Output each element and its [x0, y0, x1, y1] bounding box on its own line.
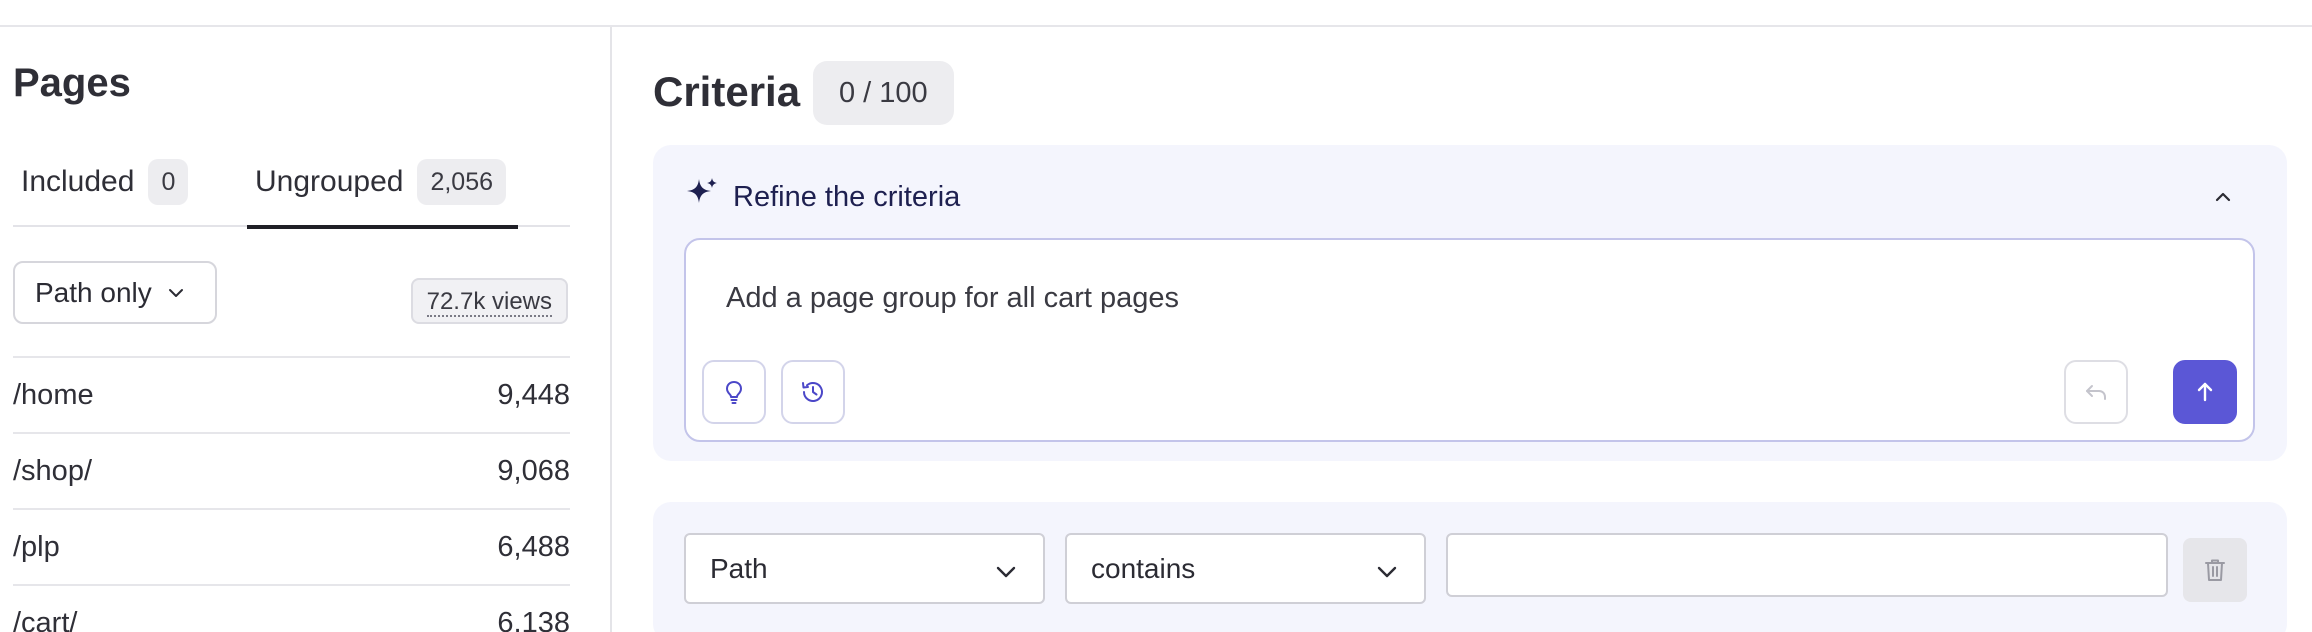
- page-row[interactable]: /home 9,448: [13, 356, 570, 432]
- chevron-up-icon[interactable]: [2211, 185, 2235, 209]
- page-row[interactable]: /shop/ 9,068: [13, 432, 570, 508]
- views-total-label: 72.7k views: [426, 288, 552, 317]
- page-row[interactable]: /cart/ 6,138: [13, 584, 570, 632]
- refine-criteria-panel: Refine the criteria Add a page group for…: [653, 145, 2287, 461]
- send-button[interactable]: [2173, 360, 2237, 424]
- lightbulb-icon: [726, 381, 742, 404]
- page-row[interactable]: /plp 6,488: [13, 508, 570, 584]
- arrow-up-icon: [2197, 382, 2213, 402]
- delete-rule-button[interactable]: [2183, 538, 2247, 602]
- tab-included-label: Included: [21, 165, 135, 198]
- chevron-down-icon: [168, 288, 183, 297]
- undo-button[interactable]: [2064, 360, 2128, 424]
- refine-criteria-title: Refine the criteria: [733, 181, 961, 213]
- page-path: /shop/: [13, 454, 92, 487]
- page-path: /home: [13, 378, 94, 411]
- chevron-down-icon: [1377, 566, 1397, 578]
- path-filter-dropdown[interactable]: Path only: [13, 261, 217, 324]
- tab-ungrouped[interactable]: Ungrouped 2,056: [247, 137, 519, 229]
- page-path: /cart/: [13, 606, 78, 632]
- criteria-count-badge: 0 / 100: [813, 61, 954, 125]
- tab-ungrouped-count: 2,056: [417, 159, 507, 205]
- trash-icon: [2205, 559, 2225, 581]
- pages-panel: Pages Included 0 Ungrouped 2,056 Path on…: [0, 27, 612, 632]
- history-icon: [802, 382, 823, 402]
- pages-tabs: Included 0 Ungrouped 2,056: [13, 137, 570, 229]
- rule-operator-value: contains: [1091, 552, 1196, 584]
- page-path: /plp: [13, 530, 60, 563]
- criteria-rule-row: Path contains: [653, 502, 2287, 632]
- page-views: 6,138: [497, 606, 570, 632]
- refine-prompt-text[interactable]: Add a page group for all cart pages: [726, 282, 1179, 315]
- views-total-badge[interactable]: 72.7k views: [410, 278, 568, 324]
- chevron-down-icon: [996, 566, 1016, 578]
- undo-icon: [2086, 385, 2106, 400]
- pages-title: Pages: [13, 61, 131, 105]
- rule-field-value: Path: [710, 552, 768, 584]
- history-button[interactable]: [781, 360, 845, 424]
- tab-included[interactable]: Included 0: [21, 137, 189, 227]
- page-views: 9,448: [497, 378, 570, 411]
- pages-list: /home 9,448 /shop/ 9,068 /plp 6,488 /car…: [13, 356, 570, 632]
- sparkle-icon: [687, 178, 717, 203]
- rule-field-select[interactable]: Path: [684, 533, 1045, 604]
- suggestions-button[interactable]: [702, 360, 766, 424]
- rule-value-input[interactable]: [1446, 533, 2168, 597]
- refine-prompt-box[interactable]: Add a page group for all cart pages: [684, 238, 2255, 442]
- tab-included-count: 0: [148, 159, 189, 205]
- path-filter-label: Path only: [35, 276, 152, 308]
- criteria-title: Criteria: [653, 68, 801, 115]
- rule-operator-select[interactable]: contains: [1065, 533, 1426, 604]
- top-bar: [0, 0, 2312, 27]
- page-views: 6,488: [497, 530, 570, 563]
- tab-ungrouped-label: Ungrouped: [255, 165, 404, 198]
- page-views: 9,068: [497, 454, 570, 487]
